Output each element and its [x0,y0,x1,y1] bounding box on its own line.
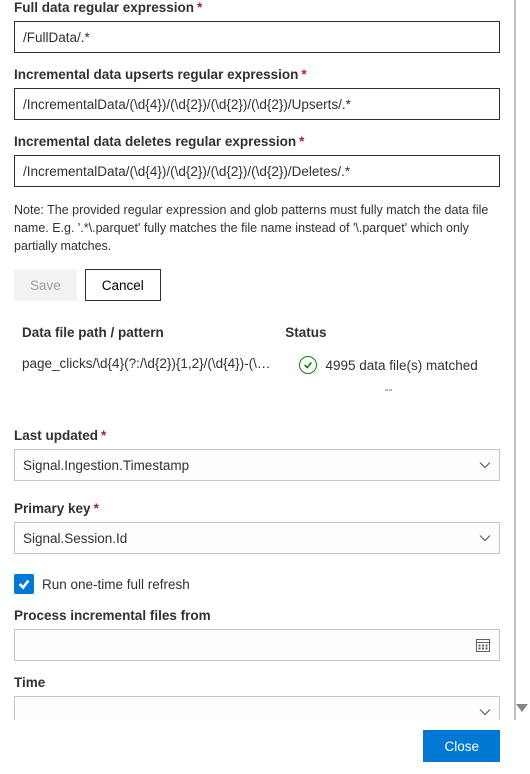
settings-pane: Full data regular expression* Incrementa… [0,0,514,720]
upserts-regex-input[interactable] [14,88,500,120]
upserts-regex-label: Incremental data upserts regular express… [14,67,500,82]
footer: Close [0,720,514,774]
last-updated-select[interactable]: Signal.Ingestion.Timestamp [14,449,500,481]
calendar-icon [475,637,491,653]
cancel-button[interactable]: Cancel [85,269,161,301]
last-updated-value: Signal.Ingestion.Timestamp [23,458,479,473]
deletes-regex-label: Incremental data deletes regular express… [14,134,500,149]
chevron-down-icon [479,532,491,544]
full-refresh-checkbox[interactable] [14,574,34,594]
scroll-down-indicator[interactable] [516,704,528,712]
match-table: Data file path / pattern Status page_cli… [14,319,500,406]
time-select[interactable] [14,696,500,720]
process-from-input[interactable] [14,629,500,661]
close-button[interactable]: Close [423,730,500,762]
save-button: Save [14,269,77,301]
header-status: Status [285,325,492,340]
process-from-label: Process incremental files from [14,608,500,623]
primary-key-select[interactable]: Signal.Session.Id [14,522,500,554]
header-path: Data file path / pattern [22,325,285,340]
time-label: Time [14,675,500,690]
success-icon [299,356,317,374]
full-regex-input[interactable] [14,21,500,53]
chevron-down-icon [479,459,491,471]
full-refresh-checkbox-row[interactable]: Run one-time full refresh [14,574,500,594]
table-row: page_clicks/\d{4}(?:/\d{2}){1,2}/(\d{4})… [14,346,500,406]
status-extra: -- [385,382,393,396]
cell-path: page_clicks/\d{4}(?:/\d{2}){1,2}/(\d{4})… [22,356,285,371]
regex-buttons: Save Cancel [14,269,500,301]
primary-key-label: Primary key* [14,501,500,516]
table-header-row: Data file path / pattern Status [14,319,500,346]
primary-key-value: Signal.Session.Id [23,531,479,546]
scrollbar-track[interactable] [514,0,516,720]
full-refresh-label: Run one-time full refresh [42,577,190,592]
scrollable-content: Full data regular expression* Incrementa… [14,0,500,720]
regex-note: Note: The provided regular expression an… [14,201,500,255]
deletes-regex-input[interactable] [14,155,500,187]
full-regex-label: Full data regular expression* [14,0,500,15]
last-updated-label: Last updated* [14,428,500,443]
cell-status: 4995 data file(s) matched -- [285,356,492,396]
chevron-down-icon [479,706,491,718]
status-text: 4995 data file(s) matched [325,358,477,373]
